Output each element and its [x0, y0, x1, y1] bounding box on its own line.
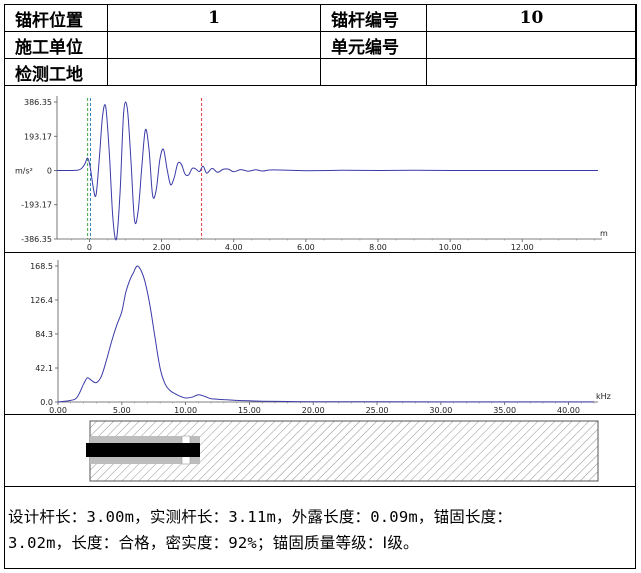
frequency-spectrum-chart: 168.5126.484.342.10.00.00 5.00 10.00 15.00 2…	[30, 260, 611, 415]
x-tick-label: 15.00	[238, 406, 261, 415]
x-tick-label: 4.00	[225, 243, 243, 252]
time-domain-chart: 386.35 193.17 0 -193.17 -386.35 0 2.00 4.00 6.00…	[15, 96, 608, 252]
x-tick-label: 25.00	[366, 406, 389, 415]
y-tick-label: 0	[47, 167, 52, 176]
y-tick-label: 42.1	[35, 364, 53, 373]
anchor-bar	[86, 443, 200, 457]
x-tick-label: 0	[87, 243, 92, 252]
summary-line-1: 设计杆长：3.00m，实测杆长：3.11m，外露长度：0.09m，锚固长度：	[8, 508, 513, 526]
y-tick-label: 193.17	[24, 132, 52, 141]
x-tick-label: 6.00	[297, 243, 315, 252]
y-tick-label: 386.35	[24, 98, 52, 107]
x-tick-label: 2.00	[153, 243, 171, 252]
x-tick-label: 10.00	[174, 406, 197, 415]
x-tick-label: 0.00	[49, 406, 67, 415]
y-tick-label: -386.35	[21, 235, 52, 244]
series-line	[57, 265, 594, 403]
y-tick-label: 126.4	[30, 296, 53, 305]
x-tick-label: 10.00	[439, 243, 462, 252]
x-tick-label: 30.00	[429, 406, 452, 415]
x-tick-label: 20.00	[302, 406, 325, 415]
x-tick-label: 8.00	[369, 243, 387, 252]
x-tick-label: 5.00	[113, 406, 131, 415]
y-axis-label: m/s²	[15, 167, 33, 176]
x-tick-label: 35.00	[493, 406, 516, 415]
x-axis-label: m	[600, 229, 608, 238]
y-tick-label: 168.5	[30, 262, 53, 271]
y-tick-label: 84.3	[35, 330, 53, 339]
summary-line-2: 3.02m，长度：合格，密实度：92%；锚固质量等级：Ⅰ级。	[8, 534, 419, 552]
charts-layer: 386.35 193.17 0 -193.17 -386.35 0 2.00 4.00 6.00…	[15, 96, 611, 482]
y-tick-label: -193.17	[21, 201, 52, 210]
x-tick-label: 40.00	[557, 406, 580, 415]
x-axis-label: kHz	[596, 392, 611, 401]
summary-text: 设计杆长：3.00m，实测杆长：3.11m，外露长度：0.09m，锚固长度： 3…	[8, 504, 632, 556]
x-tick-label: 12.00	[511, 243, 534, 252]
anchor-diagram	[86, 420, 599, 482]
series-line	[56, 101, 598, 241]
